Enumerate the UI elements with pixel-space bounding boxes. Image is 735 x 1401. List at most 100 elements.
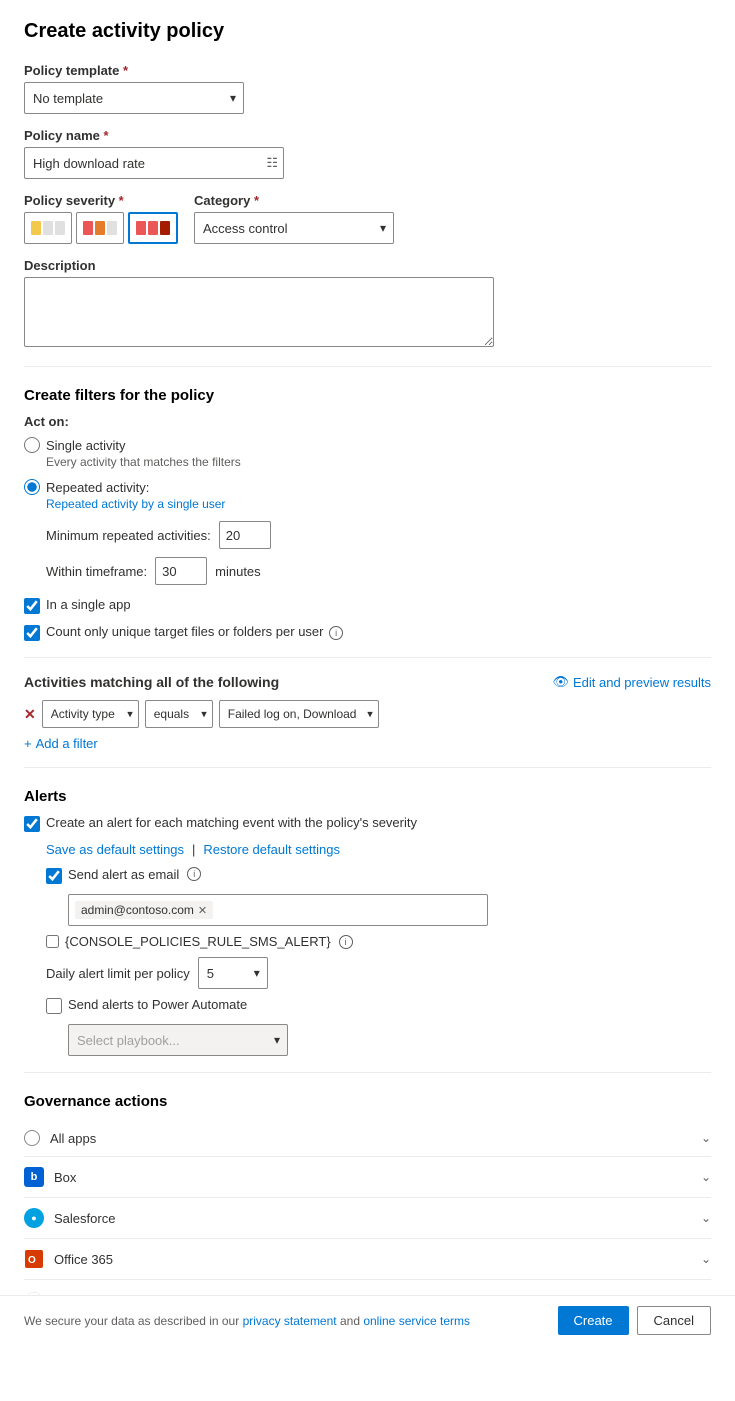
cancel-button[interactable]: Cancel (637, 1306, 711, 1335)
page-title: Create activity policy (24, 20, 711, 43)
box-chevron-icon: ⌄ (701, 1170, 711, 1184)
sev-block-2 (95, 221, 105, 235)
privacy-link[interactable]: privacy statement (243, 1314, 337, 1328)
email-tag: admin@contoso.com ✕ (75, 901, 213, 919)
repeated-activity-group: Repeated activity: Repeated activity by … (24, 479, 711, 511)
category-select[interactable]: Access control (194, 212, 394, 244)
sms-checkbox[interactable] (46, 935, 59, 948)
single-app-checkbox[interactable] (24, 598, 40, 614)
alerts-title: Alerts (24, 788, 711, 805)
add-filter-button[interactable]: + Add a filter (24, 736, 711, 751)
email-info-icon[interactable]: i (187, 867, 201, 881)
repeated-activity-sub: Repeated activity by a single user (46, 497, 711, 511)
email-input-row[interactable]: admin@contoso.com ✕ (68, 894, 488, 926)
footer-and: and (340, 1314, 363, 1328)
sms-info-icon[interactable]: i (339, 935, 353, 949)
activities-matching-title: Activities matching all of the following (24, 674, 279, 690)
terms-link[interactable]: online service terms (363, 1314, 470, 1328)
min-repeated-input[interactable] (219, 521, 271, 549)
footer: We secure your data as described in our … (0, 1295, 735, 1345)
divider-4 (24, 1072, 711, 1073)
sev-block-1 (136, 221, 146, 235)
single-activity-group: Single activity Every activity that matc… (24, 437, 711, 469)
governance-office365-row[interactable]: O Office 365 ⌄ (24, 1239, 711, 1280)
all-apps-label: All apps (50, 1131, 96, 1146)
repeated-activity-row: Repeated activity: (24, 479, 711, 495)
gov-office365-left: O Office 365 (24, 1249, 113, 1269)
edit-icon: ☷ (266, 155, 278, 171)
footer-buttons: Create Cancel (558, 1306, 712, 1335)
governance-box-row[interactable]: b Box ⌄ (24, 1157, 711, 1198)
operator-select[interactable]: equals (145, 700, 213, 728)
power-automate-checkbox[interactable] (46, 998, 62, 1014)
filter-value-wrapper: Failed log on, Download (219, 700, 379, 728)
salesforce-label: Salesforce (54, 1211, 115, 1226)
send-email-checkbox[interactable] (46, 868, 62, 884)
power-automate-label: Send alerts to Power Automate (68, 997, 247, 1012)
category-wrapper: Access control (194, 212, 394, 244)
email-value: admin@contoso.com (81, 903, 194, 917)
all-apps-radio-icon (24, 1130, 40, 1146)
policy-name-field: Policy name ☷ (24, 128, 711, 179)
sev-block-3 (160, 221, 170, 235)
office365-label: Office 365 (54, 1252, 113, 1267)
severity-low-button[interactable] (24, 212, 72, 244)
playbook-select[interactable]: Select playbook... (68, 1024, 288, 1056)
within-timeframe-input[interactable] (155, 557, 207, 585)
governance-all-apps-row[interactable]: All apps ⌄ (24, 1120, 711, 1157)
act-on-label: Act on: (24, 414, 711, 429)
filter-value-select[interactable]: Failed log on, Download (219, 700, 379, 728)
salesforce-chevron-icon: ⌄ (701, 1211, 711, 1225)
single-activity-radio[interactable] (24, 437, 40, 453)
minutes-label: minutes (215, 564, 261, 579)
sms-row: {CONSOLE_POLICIES_RULE_SMS_ALERT} i (46, 934, 711, 949)
restore-default-link[interactable]: Restore default settings (203, 842, 340, 857)
repeated-activity-options: Minimum repeated activities: Within time… (46, 521, 711, 585)
sev-block-1 (31, 221, 41, 235)
severity-medium-button[interactable] (76, 212, 124, 244)
save-default-link[interactable]: Save as default settings (46, 842, 184, 857)
repeated-activity-radio[interactable] (24, 479, 40, 495)
severity-label: Policy severity (24, 193, 178, 208)
severity-high-button[interactable] (128, 212, 178, 244)
salesforce-icon: ● (24, 1208, 44, 1228)
playbook-select-wrapper: Select playbook... (68, 1024, 288, 1056)
add-filter-label: Add a filter (36, 736, 98, 751)
daily-limit-row: Daily alert limit per policy 5 (46, 957, 711, 989)
min-repeated-label: Minimum repeated activities: (46, 528, 211, 543)
divider-1 (24, 366, 711, 367)
plus-icon: + (24, 736, 32, 751)
description-field: Description (24, 258, 711, 350)
filter-remove-button[interactable]: ✕ (24, 706, 36, 723)
severity-field: Policy severity (24, 193, 178, 244)
edit-preview-button[interactable]: 👁 Edit and preview results (552, 674, 711, 690)
divider-2 (24, 657, 711, 658)
daily-limit-select[interactable]: 5 (198, 957, 268, 989)
create-alert-checkbox[interactable] (24, 816, 40, 832)
count-unique-checkbox[interactable] (24, 625, 40, 641)
sev-block-1 (83, 221, 93, 235)
governance-title: Governance actions (24, 1093, 711, 1110)
email-remove-icon[interactable]: ✕ (198, 904, 207, 917)
governance-salesforce-row[interactable]: ● Salesforce ⌄ (24, 1198, 711, 1239)
policy-name-wrapper: ☷ (24, 147, 284, 179)
create-button[interactable]: Create (558, 1306, 629, 1335)
severity-options (24, 212, 178, 244)
policy-name-input[interactable] (24, 147, 284, 179)
activity-type-select[interactable]: Activity type (42, 700, 139, 728)
create-alert-row: Create an alert for each matching event … (24, 815, 711, 832)
svg-text:O: O (28, 1255, 36, 1266)
save-restore-row: Save as default settings | Restore defau… (46, 842, 711, 857)
single-app-row: In a single app (24, 597, 711, 614)
policy-template-select[interactable]: No template (24, 82, 244, 114)
count-unique-info-icon[interactable]: i (329, 626, 343, 640)
description-textarea[interactable] (24, 277, 494, 347)
daily-limit-wrapper: 5 (198, 957, 268, 989)
within-timeframe-label: Within timeframe: (46, 564, 147, 579)
count-unique-row: Count only unique target files or folder… (24, 624, 711, 641)
daily-limit-label: Daily alert limit per policy (46, 966, 190, 981)
single-activity-row: Single activity (24, 437, 711, 453)
min-repeated-field: Minimum repeated activities: (46, 521, 711, 549)
count-unique-label-wrapper: Count only unique target files or folder… (46, 624, 343, 640)
send-email-label: Send alert as email (68, 867, 179, 882)
